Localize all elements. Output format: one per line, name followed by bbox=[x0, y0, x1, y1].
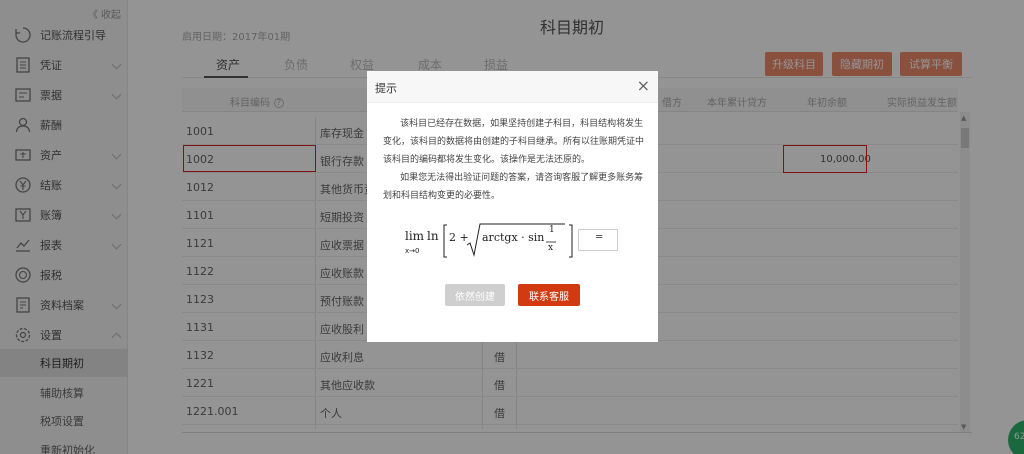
continue-create-button[interactable]: 依然创建 bbox=[445, 284, 505, 306]
formula-denominator: x bbox=[548, 243, 554, 253]
answer-input[interactable] bbox=[578, 229, 618, 251]
close-icon[interactable]: × bbox=[637, 76, 650, 95]
prompt-dialog: 提示 × 该科目已经存在数据，如果坚持创建子科目，科目结构将发生变化，该科目的数… bbox=[367, 71, 658, 342]
formula-lim: lim bbox=[405, 229, 425, 243]
formula-lim-subscript: x→0 bbox=[405, 247, 420, 255]
dialog-title: 提示 bbox=[375, 82, 397, 95]
dialog-message-main: 该科目已经存在数据，如果坚持创建子科目，科目结构将发生变化，该科目的数据将由创建… bbox=[383, 119, 645, 165]
formula-arctg-sin: arctgx · sin bbox=[482, 231, 545, 244]
formula-numerator: 1 bbox=[549, 225, 555, 235]
dialog-message: 该科目已经存在数据，如果坚持创建子科目，科目结构将发生变化，该科目的数据将由创建… bbox=[383, 115, 645, 205]
contact-support-button[interactable]: 联系客服 bbox=[518, 284, 580, 306]
formula-ln: ln bbox=[427, 229, 439, 243]
dialog-message-help: 如果您无法得出验证问题的答案，请咨询客服了解更多账务筹划和科目结构变更的必要性。 bbox=[383, 173, 644, 201]
dialog-header: 提示 × bbox=[367, 71, 658, 103]
formula-two-plus: 2 + bbox=[449, 231, 469, 244]
